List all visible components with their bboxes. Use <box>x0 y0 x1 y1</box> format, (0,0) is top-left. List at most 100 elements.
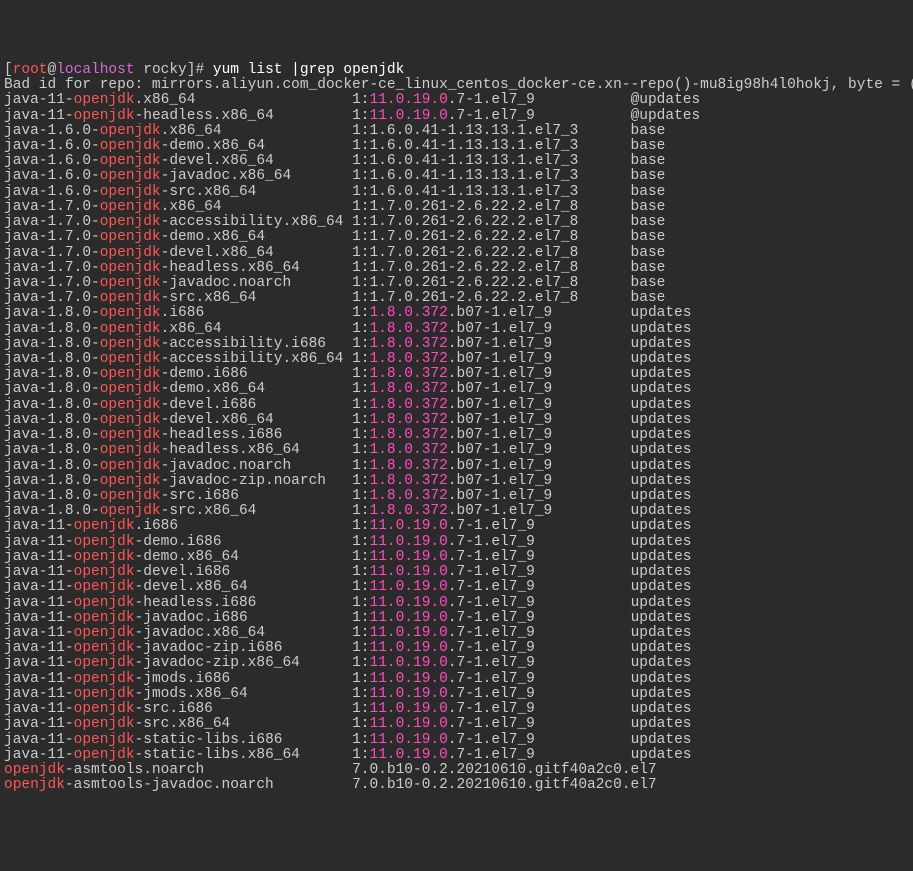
ver-suffix: .7-1.el7_9 <box>448 534 631 550</box>
ver-highlight: 11.0.19.0 <box>370 92 448 108</box>
pkg-prefix: java-1.8.0- <box>4 442 100 458</box>
repo-name: updates <box>631 503 692 519</box>
pkg-match: openjdk <box>100 138 161 154</box>
package-row: java-1.8.0-openjdk-accessibility.i686 1:… <box>4 337 909 352</box>
package-row: java-11-openjdk-headless.i686 1:11.0.19.… <box>4 596 909 611</box>
ver-prefix: 1: <box>352 625 369 641</box>
ver-prefix: 1: <box>352 534 369 550</box>
repo-name: updates <box>631 747 692 763</box>
pkg-match: openjdk <box>74 92 135 108</box>
pkg-suffix: -src.x86_64 <box>135 716 353 732</box>
repo-name: updates <box>631 366 692 382</box>
pkg-suffix: -javadoc.i686 <box>135 610 353 626</box>
pkg-prefix: java-11- <box>4 579 74 595</box>
prompt-user: root <box>13 62 48 78</box>
ver-prefix: 1: <box>352 732 369 748</box>
ver-prefix: 1: <box>352 92 369 108</box>
ver-highlight: 1.8.0.372 <box>369 427 447 443</box>
ver-prefix: 1:1.7.0.261-2.6.22.2.el7_8 <box>352 245 578 261</box>
package-row: java-1.8.0-openjdk-demo.i686 1:1.8.0.372… <box>4 367 909 382</box>
ver-suffix <box>657 777 674 793</box>
pkg-suffix: -headless.x86_64 <box>135 108 353 124</box>
ver-prefix: 1: <box>352 108 369 124</box>
ver-highlight: 11.0.19.0 <box>370 579 448 595</box>
ver-prefix: 7.0.b10-0.2.20210610.gitf40a2c0.el7 <box>352 762 657 778</box>
package-row: java-11-openjdk-javadoc.i686 1:11.0.19.0… <box>4 611 909 626</box>
pkg-prefix: java-1.6.0- <box>4 153 100 169</box>
ver-suffix: .7-1.el7_9 <box>448 518 631 534</box>
ver-suffix: .b07-1.el7_9 <box>448 412 631 428</box>
pkg-prefix: java-1.8.0- <box>4 336 100 352</box>
pkg-suffix: -jmods.i686 <box>135 671 353 687</box>
pkg-prefix: java-11- <box>4 701 74 717</box>
pkg-prefix: java-1.6.0- <box>4 123 100 139</box>
pkg-prefix: java-1.7.0- <box>4 229 100 245</box>
package-row: java-11-openjdk-headless.x86_64 1:11.0.1… <box>4 109 909 124</box>
pkg-match: openjdk <box>100 168 161 184</box>
package-row: java-1.7.0-openjdk-demo.x86_64 1:1.7.0.2… <box>4 230 909 245</box>
pkg-suffix: -asmtools.noarch <box>65 762 352 778</box>
pkg-match: openjdk <box>100 290 161 306</box>
ver-prefix: 1: <box>352 381 369 397</box>
ver-highlight: 11.0.19.0 <box>370 655 448 671</box>
pkg-match: openjdk <box>4 777 65 793</box>
pkg-match: openjdk <box>100 488 161 504</box>
ver-suffix: .7-1.el7_9 <box>448 716 631 732</box>
pkg-suffix: -accessibility.x86_64 <box>161 351 352 367</box>
terminal-output[interactable]: [root@localhost rocky]# yum list |grep o… <box>0 61 913 796</box>
pkg-prefix: java-1.8.0- <box>4 381 100 397</box>
package-row: java-1.8.0-openjdk.x86_64 1:1.8.0.372.b0… <box>4 322 909 337</box>
repo-name: base <box>631 229 666 245</box>
package-row: java-11-openjdk-javadoc-zip.i686 1:11.0.… <box>4 641 909 656</box>
ver-highlight: 11.0.19.0 <box>370 564 448 580</box>
ver-prefix: 1:1.6.0.41-1.13.13.1.el7_3 <box>352 153 578 169</box>
pkg-prefix: java-1.8.0- <box>4 473 100 489</box>
pkg-prefix: java-1.7.0- <box>4 275 100 291</box>
package-row: java-11-openjdk-jmods.x86_64 1:11.0.19.0… <box>4 687 909 702</box>
repo-name: updates <box>631 671 692 687</box>
ver-suffix: .b07-1.el7_9 <box>448 381 631 397</box>
repo-name: updates <box>631 595 692 611</box>
package-row: java-11-openjdk-static-libs.i686 1:11.0.… <box>4 733 909 748</box>
prompt-cwd: rocky <box>135 62 187 78</box>
ver-prefix: 1:1.6.0.41-1.13.13.1.el7_3 <box>352 168 578 184</box>
ver-prefix: 1:1.7.0.261-2.6.22.2.el7_8 <box>352 229 578 245</box>
ver-highlight: 11.0.19.0 <box>370 747 448 763</box>
ver-suffix: .b07-1.el7_9 <box>448 397 631 413</box>
pkg-prefix: java-11- <box>4 534 74 550</box>
pkg-prefix: java-1.8.0- <box>4 503 100 519</box>
ver-prefix: 1: <box>352 549 369 565</box>
ver-highlight: 1.8.0.372 <box>369 336 447 352</box>
pkg-suffix: .x86_64 <box>135 92 353 108</box>
repo-name: base <box>631 275 666 291</box>
repo-name: updates <box>631 321 692 337</box>
ver-highlight: 11.0.19.0 <box>370 716 448 732</box>
pkg-match: openjdk <box>74 108 135 124</box>
pkg-match: openjdk <box>100 366 161 382</box>
ver-prefix: 1: <box>352 716 369 732</box>
ver-prefix: 1: <box>352 503 369 519</box>
pkg-match: openjdk <box>74 549 135 565</box>
ver-prefix: 1: <box>352 366 369 382</box>
ver-suffix: .7-1.el7_9 <box>448 732 631 748</box>
pkg-match: openjdk <box>74 579 135 595</box>
package-row: java-1.7.0-openjdk-headless.x86_64 1:1.7… <box>4 261 909 276</box>
ver-prefix: 1:1.6.0.41-1.13.13.1.el7_3 <box>352 184 578 200</box>
pkg-suffix: -demo.i686 <box>161 366 352 382</box>
pkg-match: openjdk <box>74 732 135 748</box>
command-text[interactable]: yum list |grep openjdk <box>204 62 404 78</box>
package-row: java-1.8.0-openjdk-headless.x86_64 1:1.8… <box>4 443 909 458</box>
pkg-match: openjdk <box>100 381 161 397</box>
ver-suffix: .7-1.el7_9 <box>448 686 631 702</box>
ver-highlight: 11.0.19.0 <box>370 518 448 534</box>
pkg-match: openjdk <box>100 275 161 291</box>
package-row: java-1.6.0-openjdk-javadoc.x86_64 1:1.6.… <box>4 169 909 184</box>
ver-suffix: .7-1.el7_9 <box>448 579 631 595</box>
pkg-prefix: java-1.8.0- <box>4 366 100 382</box>
pkg-suffix: -devel.x86_64 <box>161 153 352 169</box>
ver-suffix: .b07-1.el7_9 <box>448 442 631 458</box>
ver-highlight: 1.8.0.372 <box>369 458 447 474</box>
ver-highlight: 1.8.0.372 <box>369 488 447 504</box>
pkg-suffix: -headless.i686 <box>135 595 353 611</box>
ver-prefix: 1: <box>352 686 369 702</box>
